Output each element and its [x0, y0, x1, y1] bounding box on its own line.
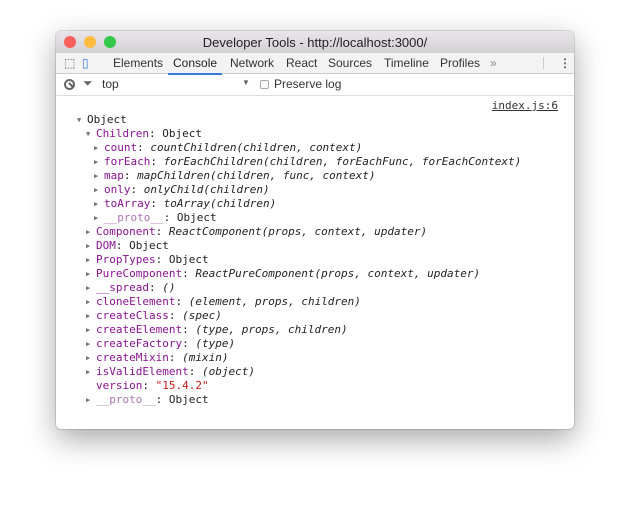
collapsed-triangle-icon[interactable]: ▶: [86, 225, 90, 239]
device-toolbar-icon[interactable]: ▯: [82, 53, 89, 73]
collapsed-triangle-icon[interactable]: ▶: [94, 197, 98, 211]
tab-profiles[interactable]: Profiles: [440, 53, 480, 73]
property-value: toArray(children): [163, 197, 277, 210]
collapsed-triangle-icon[interactable]: ▶: [86, 351, 90, 365]
source-link[interactable]: index.js:6: [492, 99, 558, 113]
clear-console-icon[interactable]: [64, 79, 75, 90]
chevron-down-icon[interactable]: ▼: [242, 78, 250, 87]
tab-sources[interactable]: Sources: [328, 53, 372, 73]
minimize-button[interactable]: [84, 36, 96, 48]
property-value: (spec): [182, 309, 222, 322]
devtools-window: Developer Tools - http://localhost:3000/…: [56, 31, 574, 429]
property-value: Object: [87, 113, 127, 126]
inspect-element-icon[interactable]: ⬚: [64, 53, 75, 73]
preserve-log-label: Preserve log: [274, 77, 342, 91]
property-value: onlyChild(children): [143, 183, 270, 196]
collapsed-triangle-icon[interactable]: ▶: [94, 211, 98, 225]
console-toolbar: ⏷ top ▼ Preserve log: [56, 74, 574, 96]
more-tabs-button[interactable]: »: [490, 53, 497, 73]
property-key: createElement: [96, 323, 183, 336]
property-value: (object): [201, 365, 255, 378]
title-bar: Developer Tools - http://localhost:3000/: [56, 31, 574, 53]
property-value: Object: [129, 239, 169, 252]
property-key: isValidElement: [96, 365, 189, 378]
collapsed-triangle-icon[interactable]: ▶: [86, 365, 90, 379]
property-key: __proto__: [96, 393, 156, 406]
property-key: Children: [96, 127, 149, 140]
property-key: Component: [96, 225, 156, 238]
property-value: countChildren(children, context): [150, 141, 363, 154]
menu-kebab-icon[interactable]: ⋮: [559, 53, 571, 73]
expanded-triangle-icon[interactable]: ▼: [86, 127, 90, 141]
property-value: Object: [176, 211, 217, 224]
tab-react[interactable]: React: [286, 53, 317, 73]
collapsed-triangle-icon[interactable]: ▶: [94, 183, 98, 197]
property-value: Object: [168, 253, 209, 266]
tab-network[interactable]: Network: [230, 53, 274, 73]
collapsed-triangle-icon[interactable]: ▶: [86, 323, 90, 337]
property-key: createFactory: [96, 337, 183, 350]
property-key: PropTypes: [96, 253, 156, 266]
divider: [543, 57, 544, 69]
property-key: PureComponent: [96, 267, 183, 280]
window-title: Developer Tools - http://localhost:3000/: [202, 35, 428, 50]
property-value: Object: [168, 393, 209, 406]
maximize-button[interactable]: [104, 36, 116, 48]
property-key: createClass: [96, 309, 169, 322]
context-selector[interactable]: top: [102, 77, 119, 91]
collapsed-triangle-icon[interactable]: ▶: [86, 337, 90, 351]
property-key: only: [104, 183, 131, 196]
property-key: version: [96, 379, 143, 392]
property-value: (type): [195, 337, 236, 350]
property-key: cloneElement: [96, 295, 176, 308]
property-value: forEachChildren(children, forEachFunc, f…: [163, 155, 522, 168]
property-key: count: [104, 141, 138, 154]
collapsed-triangle-icon[interactable]: ▶: [86, 267, 90, 281]
property-value: Object: [162, 127, 202, 140]
filter-icon[interactable]: ⏷: [83, 76, 93, 91]
property-key: __spread: [96, 281, 149, 294]
property-value: ReactPureComponent(props, context, updat…: [195, 267, 481, 280]
property-value: (mixin): [182, 351, 229, 364]
tab-timeline[interactable]: Timeline: [384, 53, 429, 73]
property-value: (type, props, children): [195, 323, 348, 336]
collapsed-triangle-icon[interactable]: ▶: [94, 169, 98, 183]
collapsed-triangle-icon[interactable]: ▶: [86, 239, 90, 253]
property-value: ReactComponent(props, context, updater): [168, 225, 428, 238]
property-key: forEach: [104, 155, 151, 168]
property-key: map: [104, 169, 124, 182]
property-value: (element, props, children): [188, 295, 361, 308]
close-button[interactable]: [64, 36, 76, 48]
property-value: mapChildren(children, func, context): [137, 169, 376, 182]
collapsed-triangle-icon[interactable]: ▶: [86, 253, 90, 267]
preserve-log-checkbox[interactable]: [260, 80, 269, 89]
panel-tabs: ⬚ ▯ Elements Console Network React Sources Ti…: [56, 53, 574, 75]
collapsed-triangle-icon[interactable]: ▶: [94, 141, 98, 155]
collapsed-triangle-icon[interactable]: ▶: [86, 309, 90, 323]
property-key: toArray: [104, 197, 151, 210]
property-key: __proto__: [104, 211, 164, 224]
collapsed-triangle-icon[interactable]: ▶: [86, 281, 90, 295]
property-value: (): [162, 281, 176, 294]
property-key: DOM: [96, 239, 116, 252]
expanded-triangle-icon[interactable]: ▼: [77, 113, 81, 127]
property-key: createMixin: [96, 351, 169, 364]
collapsed-triangle-icon[interactable]: ▶: [86, 393, 90, 407]
collapsed-triangle-icon[interactable]: ▶: [94, 155, 98, 169]
collapsed-triangle-icon[interactable]: ▶: [86, 295, 90, 309]
tab-elements[interactable]: Elements: [113, 53, 163, 73]
property-value: "15.4.2": [155, 379, 209, 392]
tab-console[interactable]: Console: [168, 53, 223, 75]
